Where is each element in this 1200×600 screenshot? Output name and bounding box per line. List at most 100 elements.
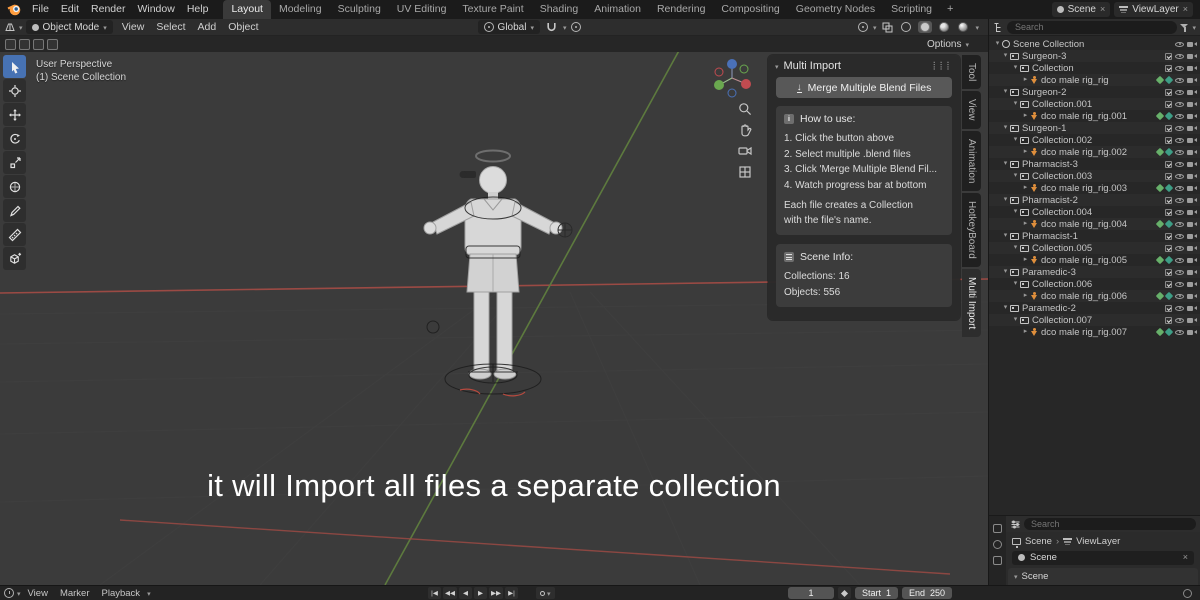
sidebar-tab[interactable]: HotkeyBoard — [962, 193, 981, 268]
sidebar-tab[interactable]: Multi Import — [962, 269, 981, 338]
expand-icon[interactable] — [1021, 326, 1030, 338]
tool-settings-icon[interactable] — [47, 38, 58, 50]
transport-button[interactable]: ◀◀ — [443, 587, 457, 599]
zoom-icon[interactable] — [738, 102, 752, 116]
workspace-tab[interactable]: Rendering — [649, 0, 713, 19]
expand-icon[interactable] — [1011, 170, 1020, 182]
checkbox-icon[interactable] — [1165, 232, 1172, 240]
camera-icon[interactable] — [1187, 317, 1197, 324]
workspace-tab[interactable]: Layout — [223, 0, 271, 19]
expand-icon[interactable] — [1001, 122, 1010, 134]
eye-icon[interactable] — [1175, 209, 1184, 216]
outliner-subcollection-row[interactable]: Collection — [989, 62, 1200, 74]
scene-section-header[interactable]: Scene — [1008, 567, 1198, 585]
camera-icon[interactable] — [1187, 125, 1197, 132]
timeline-editor-icon[interactable] — [4, 588, 14, 598]
camera-view-icon[interactable] — [738, 144, 752, 158]
camera-icon[interactable] — [1187, 185, 1197, 192]
transport-button[interactable]: ▶| — [505, 587, 518, 599]
orientation-select[interactable]: Global — [477, 20, 540, 34]
eye-icon[interactable] — [1175, 197, 1184, 204]
visibility-icon[interactable] — [857, 22, 868, 32]
transport-button[interactable]: |◀ — [428, 587, 441, 599]
chevron-down-icon[interactable] — [563, 21, 567, 33]
outliner-subcollection-row[interactable]: Collection.004 — [989, 206, 1200, 218]
workspace-tab[interactable]: Compositing — [713, 0, 787, 19]
add-workspace-button[interactable]: + — [941, 0, 959, 19]
transport-button[interactable]: ▶ — [474, 587, 487, 599]
expand-icon[interactable] — [1011, 206, 1020, 218]
expand-icon[interactable] — [1021, 254, 1030, 266]
outliner-object-row[interactable]: dco male rig_rig.002 — [989, 146, 1200, 158]
outliner-root-row[interactable]: Scene Collection — [989, 38, 1200, 50]
eye-icon[interactable] — [1175, 305, 1184, 312]
outliner-object-row[interactable]: dco male rig_rig.001 — [989, 110, 1200, 122]
expand-icon[interactable] — [1001, 266, 1010, 278]
checkbox-icon[interactable] — [1165, 280, 1172, 288]
checkbox-icon[interactable] — [1165, 136, 1172, 144]
expand-icon[interactable] — [993, 38, 1002, 50]
pan-hand-icon[interactable] — [738, 123, 752, 137]
timeline-menu[interactable]: Marker — [54, 586, 96, 600]
mode-select[interactable]: Object Mode — [25, 20, 113, 34]
eye-icon[interactable] — [1175, 53, 1184, 60]
camera-icon[interactable] — [1187, 161, 1197, 168]
camera-icon[interactable] — [1187, 113, 1197, 120]
outliner-subcollection-row[interactable]: Collection.003 — [989, 170, 1200, 182]
eye-icon[interactable] — [1175, 125, 1184, 132]
expand-icon[interactable] — [1001, 158, 1010, 170]
outliner-collection-row[interactable]: Paramedic-2 — [989, 302, 1200, 314]
topbar-menu[interactable]: Window — [131, 0, 180, 19]
camera-icon[interactable] — [1187, 41, 1197, 48]
camera-icon[interactable] — [1187, 281, 1197, 288]
camera-icon[interactable] — [1187, 53, 1197, 60]
camera-icon[interactable] — [1187, 65, 1197, 72]
eye-icon[interactable] — [1175, 281, 1184, 288]
eye-icon[interactable] — [1175, 233, 1184, 240]
checkbox-icon[interactable] — [1165, 196, 1172, 204]
tool-settings-icon[interactable] — [5, 38, 16, 50]
eye-icon[interactable] — [1175, 185, 1184, 192]
outliner-search-input[interactable] — [1007, 20, 1178, 34]
blender-logo-icon[interactable] — [7, 2, 22, 17]
transport-button[interactable]: ▶▶ — [489, 587, 503, 599]
viewport-menu[interactable]: View — [116, 19, 151, 36]
camera-icon[interactable] — [1187, 137, 1197, 144]
scene-id-field[interactable]: Scene — [1012, 550, 1194, 565]
eye-icon[interactable] — [1175, 41, 1184, 48]
filter-icon[interactable] — [1180, 23, 1189, 32]
checkbox-icon[interactable] — [1165, 88, 1172, 96]
outliner-collection-row[interactable]: Surgeon-2 — [989, 86, 1200, 98]
camera-icon[interactable] — [1187, 305, 1197, 312]
outliner-subcollection-row[interactable]: Collection.005 — [989, 242, 1200, 254]
checkbox-icon[interactable] — [1165, 244, 1172, 252]
shading-solid-button[interactable] — [918, 21, 933, 33]
camera-icon[interactable] — [1187, 149, 1197, 156]
current-frame-field[interactable]: 1 — [788, 587, 834, 599]
expand-icon[interactable] — [1021, 146, 1030, 158]
camera-icon[interactable] — [1187, 245, 1197, 252]
viewport-menu[interactable]: Object — [222, 19, 264, 36]
expand-icon[interactable] — [1001, 50, 1010, 62]
outliner-subcollection-row[interactable]: Collection.002 — [989, 134, 1200, 146]
eye-icon[interactable] — [1175, 65, 1184, 72]
transform-tool-button[interactable] — [3, 175, 26, 198]
scale-tool-button[interactable] — [3, 151, 26, 174]
eye-icon[interactable] — [1175, 269, 1184, 276]
workspace-tab[interactable]: Sculpting — [330, 0, 389, 19]
chevron-down-icon[interactable] — [147, 588, 151, 599]
workspace-tab[interactable]: Animation — [586, 0, 649, 19]
outliner-object-row[interactable]: dco male rig_rig.007 — [989, 326, 1200, 338]
tool-settings-icon[interactable] — [33, 38, 44, 50]
expand-icon[interactable] — [1001, 86, 1010, 98]
chevron-down-icon[interactable] — [17, 588, 21, 599]
multi-import-panel-header[interactable]: Multi Import — [768, 55, 960, 76]
checkbox-icon[interactable] — [1165, 304, 1172, 312]
properties-editor-icon[interactable] — [1010, 519, 1021, 530]
shading-rendered-button[interactable] — [956, 21, 970, 33]
viewport-menu[interactable]: Select — [150, 19, 191, 36]
workspace-tab[interactable]: Modeling — [271, 0, 330, 19]
outliner-subcollection-row[interactable]: Collection.007 — [989, 314, 1200, 326]
expand-icon[interactable] — [1021, 218, 1030, 230]
editor-type-icon[interactable] — [4, 21, 16, 33]
